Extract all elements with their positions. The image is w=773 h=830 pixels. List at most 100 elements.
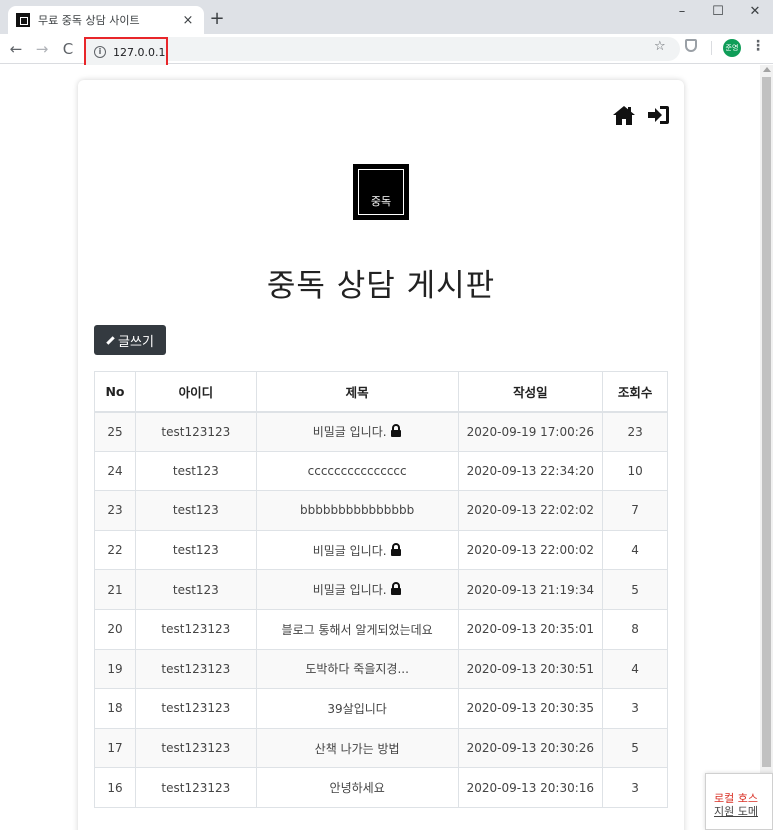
close-tab-icon[interactable]: × — [180, 13, 196, 28]
table-row[interactable]: 17 test123123 산책 나가는 방법 2020-09-13 20:30:26… — [94, 727, 668, 769]
post-views: 7 — [602, 490, 668, 531]
post-views-text: 5 — [631, 582, 639, 597]
toolbar-divider — [711, 41, 712, 55]
maximize-button[interactable]: ☐ — [700, 4, 736, 22]
pencil-icon — [106, 335, 115, 345]
post-date-text: 2020-09-13 20:30:16 — [466, 780, 595, 795]
lock-icon — [390, 542, 401, 556]
post-author-text: test123123 — [161, 622, 231, 637]
post-number: 18 — [94, 688, 136, 729]
write-post-button[interactable]: 글쓰기 — [94, 325, 166, 355]
post-number-text: 21 — [107, 582, 123, 597]
header-views: 조회수 — [602, 371, 668, 413]
url-text[interactable]: 127.0.0.1 — [113, 46, 165, 59]
post-number: 25 — [94, 411, 136, 452]
post-date: 2020-09-13 20:30:51 — [457, 648, 604, 690]
post-title-text[interactable]: ccccccccccccccc — [308, 464, 407, 478]
post-title[interactable]: 비밀글 입니다. — [255, 569, 459, 610]
minimize-button[interactable]: – — [664, 4, 700, 22]
post-date: 2020-09-13 20:35:01 — [457, 608, 604, 650]
post-number-text: 19 — [107, 661, 123, 676]
post-author-text: test123 — [172, 543, 219, 558]
table-header-row: No 아이디 제목 작성일 조회수 — [94, 371, 668, 413]
forward-arrow-icon[interactable]: → — [32, 39, 52, 59]
profile-avatar[interactable]: 준영 — [723, 39, 741, 57]
post-views-text: 23 — [627, 424, 643, 439]
post-views-text: 5 — [631, 741, 639, 756]
new-tab-button[interactable]: + — [206, 9, 228, 31]
post-title-text[interactable]: 비밀글 입니다. — [313, 583, 387, 597]
post-title-text[interactable]: 산책 나가는 방법 — [315, 742, 400, 756]
post-author: test123 — [134, 450, 257, 492]
post-author-text: test123123 — [161, 701, 231, 716]
table-row[interactable]: 18 test123123 39살입니다 2020-09-13 20:30:35 3 — [94, 688, 668, 729]
address-bar[interactable]: i 127.0.0.1 — [84, 37, 680, 67]
post-author: test123 — [134, 529, 257, 571]
post-title-text[interactable]: 비밀글 입니다. — [313, 425, 387, 439]
reload-icon[interactable]: C — [58, 39, 78, 59]
close-window-button[interactable]: ✕ — [737, 4, 773, 22]
login-icon[interactable] — [646, 104, 670, 126]
post-title-text[interactable]: 블로그 통해서 알게되었는데요 — [282, 623, 433, 637]
table-row[interactable]: 23 test123 bbbbbbbbbbbbbbb 2020-09-13 22:02… — [94, 490, 668, 531]
post-date-text: 2020-09-19 17:00:26 — [466, 424, 595, 439]
table-row[interactable]: 20 test123123 블로그 통해서 알게되었는데요 2020-09-13 20… — [94, 608, 668, 650]
home-icon[interactable] — [612, 104, 636, 126]
vertical-scrollbar[interactable] — [760, 65, 773, 830]
post-date: 2020-09-13 22:34:20 — [457, 450, 604, 492]
post-author: test123123 — [134, 727, 257, 769]
browser-tab[interactable]: 무료 중독 상담 사이트 × — [8, 6, 204, 34]
table-row[interactable]: 19 test123123 도박하다 죽을지경... 2020-09-13 20:30… — [94, 648, 668, 690]
post-title[interactable]: ccccccccccccccc — [255, 450, 459, 492]
post-views: 4 — [602, 648, 668, 690]
post-title-text[interactable]: 안녕하세요 — [330, 781, 385, 795]
post-title[interactable]: 블로그 통해서 알게되었는데요 — [255, 608, 459, 650]
table-row[interactable]: 16 test123123 안녕하세요 2020-09-13 20:30:16 3 — [94, 767, 668, 808]
post-date-text: 2020-09-13 20:30:35 — [466, 701, 595, 716]
url-highlight-box[interactable]: i 127.0.0.1 — [84, 37, 168, 67]
header-title: 제목 — [255, 371, 459, 413]
scrollbar-thumb[interactable] — [762, 77, 771, 767]
post-title[interactable]: 비밀글 입니다. — [255, 529, 459, 571]
post-title-text[interactable]: bbbbbbbbbbbbbbb — [300, 503, 414, 517]
post-title-text[interactable]: 39살입니다 — [327, 702, 386, 716]
post-number-text: 20 — [107, 622, 123, 637]
post-title-text[interactable]: 비밀글 입니다. — [313, 544, 387, 558]
post-date-text: 2020-09-13 22:02:02 — [466, 503, 595, 518]
table-row[interactable]: 21 test123 비밀글 입니다. 2020-09-13 21:19:34 5 — [94, 569, 668, 610]
back-arrow-icon[interactable]: ← — [6, 39, 26, 59]
post-views: 4 — [602, 529, 668, 571]
scroll-up-arrow-icon[interactable] — [763, 67, 771, 72]
bookmark-star-icon[interactable]: ☆ — [654, 39, 666, 54]
post-date: 2020-09-13 21:19:34 — [457, 569, 604, 610]
post-number: 20 — [94, 608, 136, 650]
table-row[interactable]: 22 test123 비밀글 입니다. 2020-09-13 22:00:02 4 — [94, 529, 668, 571]
post-number: 24 — [94, 450, 136, 492]
board-card: 중독 중독 상담 게시판 글쓰기 No 아이디 제목 작성일 조회수 25 tes… — [78, 80, 684, 830]
post-number-text: 16 — [107, 780, 123, 795]
browser-menu-icon[interactable]: ⋮ — [751, 38, 765, 54]
post-title[interactable]: 산책 나가는 방법 — [255, 727, 459, 769]
post-title-text[interactable]: 도박하다 죽을지경... — [305, 662, 409, 676]
post-title[interactable]: 비밀글 입니다. — [255, 411, 459, 452]
post-title[interactable]: 도박하다 죽을지경... — [255, 648, 459, 690]
post-title[interactable]: bbbbbbbbbbbbbbb — [255, 490, 459, 531]
table-row[interactable]: 24 test123 ccccccccccccccc 2020-09-13 22:34… — [94, 450, 668, 492]
post-number-text: 17 — [107, 741, 123, 756]
post-title[interactable]: 안녕하세요 — [255, 767, 459, 808]
post-views-text: 3 — [631, 701, 639, 716]
tab-title: 무료 중독 상담 사이트 — [38, 14, 140, 27]
post-number-text: 23 — [107, 503, 123, 518]
extension-shield-icon[interactable] — [685, 39, 697, 52]
post-author-text: test123123 — [161, 661, 231, 676]
post-views: 3 — [602, 767, 668, 808]
post-number: 23 — [94, 490, 136, 531]
posts-table: No 아이디 제목 작성일 조회수 25 test123123 비밀글 입니다. 20… — [94, 371, 668, 808]
table-row[interactable]: 25 test123123 비밀글 입니다. 2020-09-19 17:00:26 2… — [94, 411, 668, 452]
post-title[interactable]: 39살입니다 — [255, 688, 459, 729]
site-logo[interactable]: 중독 — [353, 164, 409, 220]
site-info-icon[interactable]: i — [94, 46, 106, 58]
notification-line-2[interactable]: 지원 도메 — [714, 805, 772, 818]
post-number-text: 18 — [107, 701, 123, 716]
notification-popup[interactable]: 로컬 호스 지원 도메 — [705, 773, 773, 830]
